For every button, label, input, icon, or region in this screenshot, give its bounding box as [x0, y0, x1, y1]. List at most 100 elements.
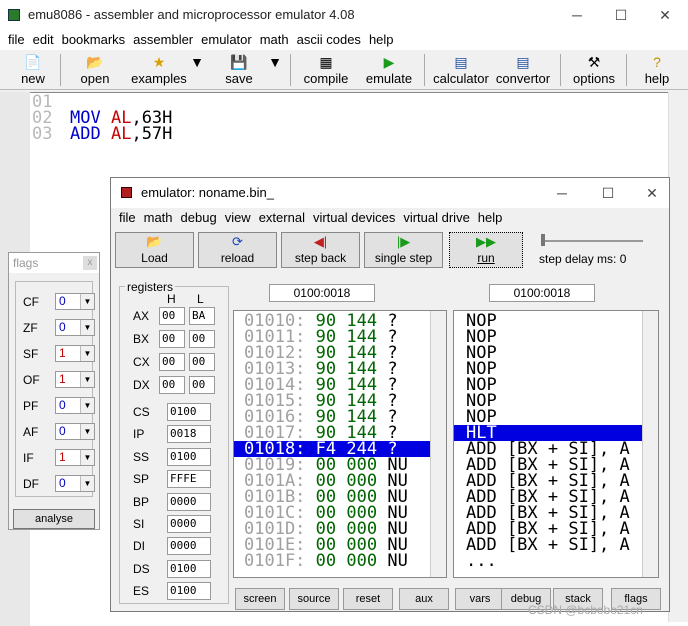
register-field[interactable]: 0100	[167, 403, 211, 421]
analyse-button[interactable]: analyse	[13, 509, 95, 529]
save-button[interactable]: 💾 save	[222, 53, 256, 89]
emu-menu-virtual-drive[interactable]: virtual drive	[399, 208, 473, 225]
flag-select[interactable]: 0 ▼	[55, 423, 95, 440]
examples-button[interactable]: ★ examples	[128, 53, 190, 89]
close-icon[interactable]: ✕	[637, 182, 667, 204]
run-button[interactable]: ▶▶ run	[449, 232, 523, 268]
emu-menu-debug[interactable]: debug	[177, 208, 221, 225]
flag-select[interactable]: 1 ▼	[55, 345, 95, 362]
register-label: SP	[133, 472, 150, 487]
memory-address-input[interactable]: 0100:0018	[269, 284, 375, 302]
new-button[interactable]: 📄 new	[14, 53, 52, 89]
menu-ascii-codes[interactable]: ascii codes	[293, 30, 365, 47]
register-field[interactable]: 0100	[167, 447, 211, 466]
emu-menu-virtual-devices[interactable]: virtual devices	[309, 208, 399, 225]
calculator-icon: ▤	[454, 54, 468, 70]
calculator-button[interactable]: ▤ calculator	[430, 53, 492, 89]
register-label: SI	[133, 517, 145, 531]
slider-thumb[interactable]	[541, 234, 545, 246]
register-field[interactable]: 0018	[167, 425, 211, 444]
help-icon: ?	[653, 54, 661, 70]
menu-file[interactable]: file	[4, 30, 29, 47]
flag-label: DF	[23, 477, 39, 491]
new-file-icon: 📄	[24, 54, 42, 70]
convertor-button[interactable]: ▤ convertor	[494, 53, 552, 89]
minimize-icon[interactable]: ─	[562, 4, 592, 26]
run-icon: ▶▶	[476, 234, 496, 249]
compile-button[interactable]: ▦ compile	[300, 53, 352, 89]
disassembly-list[interactable]: NOP NOP NOP NOP NOP NOP NOP HLT ADD [BX + SI], A…	[453, 310, 659, 578]
source-button[interactable]: source	[289, 588, 339, 610]
code-line: ADD AL,57H	[70, 124, 172, 144]
open-button[interactable]: 📂 open	[74, 53, 116, 89]
register-low-field[interactable]: 00	[189, 353, 215, 371]
load-button[interactable]: 📂 Load	[115, 232, 194, 268]
register-field[interactable]: 0000	[167, 537, 211, 556]
save-dropdown[interactable]: ▼	[268, 53, 282, 89]
vars-button[interactable]: vars	[455, 588, 505, 610]
flag-select[interactable]: 0 ▼	[55, 319, 95, 336]
disassembly-scrollbar[interactable]	[642, 311, 658, 577]
close-icon[interactable]: x	[83, 256, 97, 270]
menu-bookmarks[interactable]: bookmarks	[58, 30, 130, 47]
flag-label: SF	[23, 347, 39, 361]
memory-list[interactable]: 01010: 90 144 ? 01011: 90 144 ? 01012: 90 …	[233, 310, 447, 578]
step-delay-slider[interactable]	[541, 234, 643, 246]
single-step-button[interactable]: |▶ single step	[364, 232, 443, 268]
maximize-icon[interactable]: ☐	[606, 4, 636, 26]
maximize-icon[interactable]: ☐	[593, 182, 623, 204]
aux-button[interactable]: aux	[399, 588, 449, 610]
screen-button[interactable]: screen	[235, 588, 285, 610]
reset-button[interactable]: reset	[343, 588, 393, 610]
emu-menu-file[interactable]: file	[115, 208, 140, 225]
register-high-field[interactable]: 00	[159, 307, 185, 325]
register-high-field[interactable]: 00	[159, 330, 185, 348]
flag-select[interactable]: 1 ▼	[55, 449, 95, 466]
flag-select[interactable]: 1 ▼	[55, 371, 95, 388]
disassembly-row[interactable]: ...	[454, 553, 642, 570]
convertor-icon: ▤	[516, 54, 530, 70]
play-icon: ▶	[383, 54, 395, 70]
flag-label: PF	[23, 399, 39, 413]
menu-edit[interactable]: edit	[29, 30, 58, 47]
register-high-field[interactable]: 00	[159, 353, 185, 371]
emulate-button[interactable]: ▶ emulate	[362, 53, 416, 89]
options-button[interactable]: ⚒ options	[570, 53, 618, 89]
editor-scrollbar[interactable]	[668, 92, 688, 622]
register-field[interactable]: FFFE	[167, 470, 211, 489]
register-low-field[interactable]: BA	[189, 307, 215, 325]
menu-help[interactable]: help	[365, 30, 398, 47]
register-field[interactable]: 0000	[167, 492, 211, 511]
flag-select[interactable]: 0 ▼	[55, 397, 95, 414]
disasm-address-input[interactable]: 0100:0018	[489, 284, 595, 302]
line-number: 03	[32, 124, 53, 144]
minimize-icon[interactable]: ─	[547, 182, 577, 204]
register-field[interactable]: 0100	[167, 582, 211, 601]
register-field[interactable]: 0000	[167, 515, 211, 533]
flag-value: 1	[59, 450, 66, 464]
register-low-field[interactable]: 00	[189, 376, 215, 394]
flag-select[interactable]: 0 ▼	[55, 475, 95, 492]
emulator-title: emulator: noname.bin_	[141, 185, 274, 200]
help-button[interactable]: ? help	[640, 53, 674, 89]
register-field[interactable]: 0100	[167, 559, 211, 578]
register-high-field[interactable]: 00	[159, 376, 185, 394]
register-low-field[interactable]: 00	[189, 330, 215, 348]
emu-menu-math[interactable]: math	[140, 208, 177, 225]
emu-menu-help[interactable]: help	[474, 208, 507, 225]
menu-math[interactable]: math	[256, 30, 293, 47]
memory-scrollbar[interactable]	[430, 311, 446, 577]
flag-value: 0	[59, 294, 66, 308]
menu-assembler[interactable]: assembler	[129, 30, 197, 47]
emu-menu-external[interactable]: external	[255, 208, 309, 225]
code-register: AL	[110, 124, 132, 144]
flag-select[interactable]: 0 ▼	[55, 293, 95, 310]
step-back-button[interactable]: ◀| step back	[281, 232, 360, 268]
menu-emulator[interactable]: emulator	[197, 30, 256, 47]
register-label: BX	[133, 332, 150, 346]
memory-row[interactable]: 0101F: 00 000 NU	[234, 553, 430, 570]
emu-menu-view[interactable]: view	[221, 208, 255, 225]
close-icon[interactable]: ✕	[650, 4, 680, 26]
reload-button[interactable]: ⟳ reload	[198, 232, 277, 268]
examples-dropdown[interactable]: ▼	[190, 53, 204, 89]
